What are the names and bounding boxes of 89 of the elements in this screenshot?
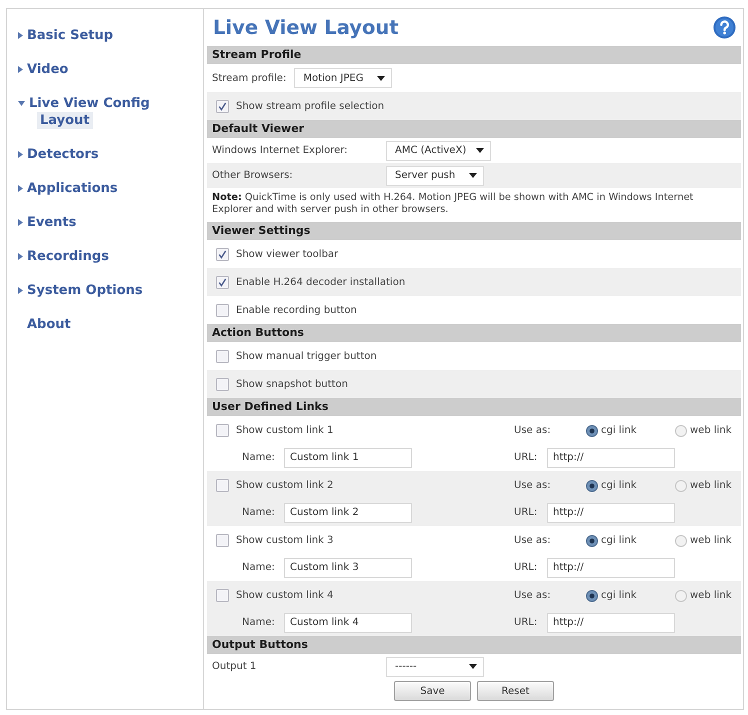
radio-label: web link <box>690 590 732 601</box>
radio-button[interactable] <box>675 534 687 546</box>
checkbox[interactable] <box>216 100 229 112</box>
caret-down-icon <box>469 664 477 669</box>
radio-label: web link <box>690 480 732 491</box>
form-button[interactable]: Save <box>394 681 471 701</box>
section-header: Stream Profile <box>207 46 741 64</box>
field-label: URL: <box>514 507 538 518</box>
checkbox[interactable] <box>216 378 229 390</box>
checkbox[interactable] <box>216 424 229 437</box>
field-label: URL: <box>514 617 538 628</box>
field-label: Name: <box>242 617 276 628</box>
radio-label: web link <box>690 535 732 546</box>
dropdown[interactable]: ------ <box>386 656 484 676</box>
nav-link[interactable]: Live View Config <box>18 95 150 112</box>
text-field[interactable]: Custom link 4 <box>284 612 412 632</box>
checkbox[interactable] <box>216 248 229 260</box>
nav-link[interactable]: Events <box>18 214 76 231</box>
nav-link[interactable]: Applications <box>18 180 118 197</box>
dropdown[interactable]: Server push <box>386 166 484 186</box>
caret-down-icon <box>377 76 386 80</box>
field-label: Stream profile: <box>212 72 286 84</box>
radio-label: web link <box>690 425 732 436</box>
field-label: Use as: <box>514 425 552 436</box>
radio-button[interactable] <box>586 590 598 602</box>
text-field[interactable]: Custom link 1 <box>284 448 412 468</box>
checkbox[interactable] <box>216 304 229 316</box>
field-label: Name: <box>242 452 276 463</box>
section-header: Output Buttons <box>207 636 741 654</box>
section-header: Default Viewer <box>207 120 741 138</box>
text-field[interactable]: http:// <box>547 448 675 468</box>
field-label: Output 1 <box>212 661 258 672</box>
text-field[interactable]: Custom link 2 <box>284 502 412 522</box>
text-field[interactable]: Custom link 3 <box>284 558 412 578</box>
field-label: Name: <box>242 507 276 518</box>
section-header: Action Buttons <box>207 324 741 342</box>
field-label: Use as: <box>514 535 552 546</box>
radio-label: cgi link <box>601 535 636 546</box>
radio-button[interactable] <box>675 424 687 436</box>
field-label: Use as: <box>514 480 552 491</box>
checkbox-label: Show manual trigger button <box>236 350 377 362</box>
checkbox-label: Show snapshot button <box>236 378 348 390</box>
nav-sublink[interactable]: Layout <box>37 112 93 129</box>
radio-label: cgi link <box>601 590 636 601</box>
form-button[interactable]: Reset <box>477 681 554 701</box>
checkbox[interactable] <box>216 479 229 492</box>
note-text: Note: QuickTime is only used with H.264. Motion JPEG will be shown with AMC in Windows Internet Explorer and with server push in other browsers. <box>212 192 694 216</box>
help-icon[interactable] <box>713 16 736 39</box>
nav-link[interactable]: Basic Setup <box>18 27 114 44</box>
radio-button[interactable] <box>586 534 598 546</box>
nav-link[interactable]: System Options <box>18 282 143 299</box>
checkbox-label: Enable recording button <box>236 304 357 316</box>
nav-link[interactable]: Video <box>18 61 68 78</box>
radio-label: cgi link <box>601 425 636 436</box>
nav-link[interactable]: Detectors <box>18 146 99 163</box>
caret-down-icon <box>469 173 477 178</box>
checkbox-label: Show viewer toolbar <box>236 248 338 260</box>
checkbox[interactable] <box>216 350 229 362</box>
radio-button[interactable] <box>675 480 687 492</box>
section-header: Viewer Settings <box>207 222 741 240</box>
nav-link[interactable]: Recordings <box>18 248 109 265</box>
checkbox-label: Enable H.264 decoder installation <box>236 276 406 288</box>
field-label: URL: <box>514 452 538 463</box>
field-label: Use as: <box>514 590 552 601</box>
dropdown[interactable]: AMC (ActiveX) <box>386 140 492 160</box>
caret-down-icon <box>476 148 484 153</box>
text-field[interactable]: http:// <box>547 612 675 632</box>
checkbox[interactable] <box>216 534 229 547</box>
checkbox-label: Show custom link 2 <box>236 480 334 491</box>
text-field[interactable]: http:// <box>547 558 675 578</box>
radio-button[interactable] <box>586 480 598 492</box>
field-label: Windows Internet Explorer: <box>212 145 349 156</box>
nav-link[interactable]: About <box>18 316 71 333</box>
field-label: Name: <box>242 562 276 573</box>
field-label: Other Browsers: <box>212 170 294 181</box>
dropdown[interactable]: Motion JPEG <box>294 68 392 88</box>
checkbox[interactable] <box>216 589 229 602</box>
radio-button[interactable] <box>675 590 687 602</box>
checkbox-label: Show custom link 4 <box>236 590 334 601</box>
radio-button[interactable] <box>586 424 598 436</box>
field-label: URL: <box>514 562 538 573</box>
checkbox-label: Show custom link 3 <box>236 535 334 546</box>
checkbox[interactable] <box>216 276 229 288</box>
section-header: User Defined Links <box>207 398 741 416</box>
radio-label: cgi link <box>601 480 636 491</box>
text-field[interactable]: http:// <box>547 502 675 522</box>
checkbox-label: Show custom link 1 <box>236 425 334 436</box>
page-title: Live View Layout <box>213 16 399 39</box>
checkbox-label: Show stream profile selection <box>236 100 384 112</box>
